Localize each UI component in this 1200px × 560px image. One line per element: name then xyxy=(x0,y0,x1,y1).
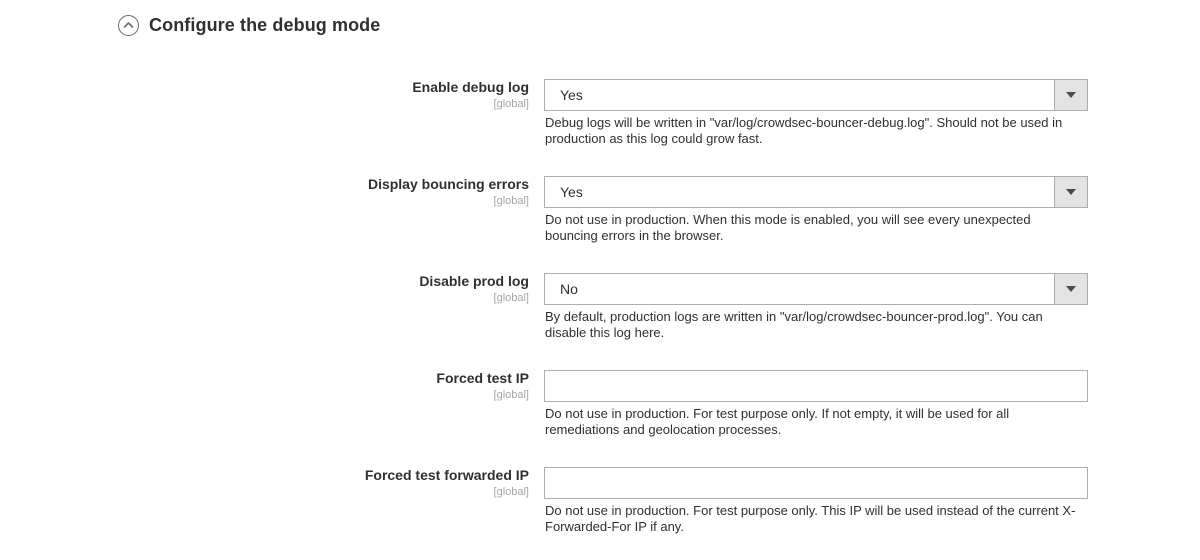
field-row-forced-test-ip: Forced test IP [global] Do not use in pr… xyxy=(0,359,1200,456)
select-value: No xyxy=(560,281,578,297)
chevron-up-circle-icon[interactable] xyxy=(118,14,139,36)
field-control-display-bouncing-errors: Yes xyxy=(544,176,1088,208)
scope-badge: [global] xyxy=(493,486,529,498)
scope-badge: [global] xyxy=(493,98,529,110)
field-row-display-bouncing-errors: Display bouncing errors [global] Yes Do … xyxy=(0,165,1200,262)
chevron-down-icon xyxy=(1066,92,1076,98)
field-control-forced-test-ip xyxy=(544,370,1088,402)
page-title: Configure the debug mode xyxy=(149,14,381,35)
debug-mode-settings-page: Configure the debug mode Enable debug lo… xyxy=(0,0,1200,560)
field-label-forced-test-ip: Forced test IP [global] xyxy=(0,370,529,403)
select-dropdown-button[interactable] xyxy=(1054,80,1087,110)
settings-field-list: Enable debug log [global] Yes Debug logs… xyxy=(0,68,1200,553)
field-label-display-bouncing-errors: Display bouncing errors [global] xyxy=(0,176,529,209)
select-value: Yes xyxy=(560,184,583,200)
forced-test-forwarded-ip-input[interactable] xyxy=(544,467,1088,499)
field-row-disable-prod-log: Disable prod log [global] No By default,… xyxy=(0,262,1200,359)
field-control-disable-prod-log: No xyxy=(544,273,1088,305)
scope-badge: [global] xyxy=(493,292,529,304)
field-control-forced-test-forwarded-ip xyxy=(544,467,1088,499)
select-disable-prod-log[interactable]: No xyxy=(544,273,1088,305)
chevron-down-icon xyxy=(1066,189,1076,195)
field-note-enable-debug-log: Debug logs will be written in "var/log/c… xyxy=(545,115,1063,146)
field-note-disable-prod-log: By default, production logs are written … xyxy=(545,309,1043,340)
section-header[interactable]: Configure the debug mode xyxy=(118,12,380,38)
field-label-enable-debug-log: Enable debug log [global] xyxy=(0,79,529,112)
field-note-display-bouncing-errors: Do not use in production. When this mode… xyxy=(545,212,1031,243)
chevron-down-icon xyxy=(1066,286,1076,292)
label-text: Disable prod log xyxy=(419,273,529,289)
select-value: Yes xyxy=(560,87,583,103)
select-dropdown-button[interactable] xyxy=(1054,177,1087,207)
label-text: Forced test IP xyxy=(436,370,529,386)
select-dropdown-button[interactable] xyxy=(1054,274,1087,304)
field-label-forced-test-forwarded-ip: Forced test forwarded IP [global] xyxy=(0,467,529,500)
label-text: Display bouncing errors xyxy=(367,176,529,192)
label-text: Enable debug log xyxy=(412,79,529,95)
scope-badge: [global] xyxy=(493,195,529,207)
scope-badge: [global] xyxy=(493,389,529,401)
field-row-enable-debug-log: Enable debug log [global] Yes Debug logs… xyxy=(0,68,1200,165)
label-text: Forced test forwarded IP xyxy=(364,467,529,483)
field-note-forced-test-forwarded-ip: Do not use in production. For test purpo… xyxy=(545,503,1076,534)
select-display-bouncing-errors[interactable]: Yes xyxy=(544,176,1088,208)
field-row-forced-test-forwarded-ip: Forced test forwarded IP [global] Do not… xyxy=(0,456,1200,553)
field-label-disable-prod-log: Disable prod log [global] xyxy=(0,273,529,306)
forced-test-ip-input[interactable] xyxy=(544,370,1088,402)
select-enable-debug-log[interactable]: Yes xyxy=(544,79,1088,111)
field-control-enable-debug-log: Yes xyxy=(544,79,1088,111)
field-note-forced-test-ip: Do not use in production. For test purpo… xyxy=(545,406,1010,437)
